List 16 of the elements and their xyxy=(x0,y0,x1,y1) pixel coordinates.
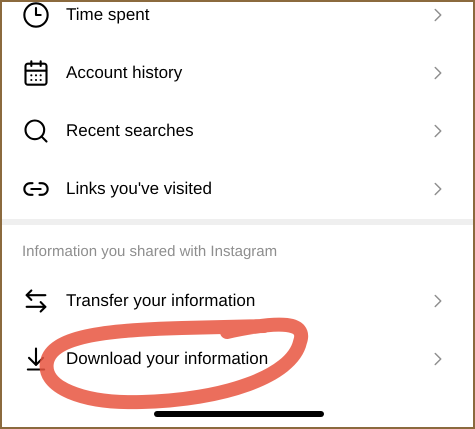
menu-item-label: Links you've visited xyxy=(66,178,213,200)
menu-item[interactable]: Download your information xyxy=(2,330,473,388)
menu-item[interactable]: Time spent xyxy=(2,2,473,44)
section-header: Information you shared with Instagram xyxy=(21,242,278,262)
menu-item[interactable]: Account history xyxy=(2,44,473,102)
menu-item-label: Account history xyxy=(66,62,184,84)
menu-item-label: Transfer your information xyxy=(66,290,256,312)
calendar-icon xyxy=(22,59,50,87)
menu-item-label: Recent searches xyxy=(66,120,195,142)
clock-icon xyxy=(22,2,50,29)
menu-item[interactable]: Recent searches xyxy=(2,102,473,160)
menu-item[interactable]: Links you've visited xyxy=(2,160,473,218)
menu-item-label: Download your information xyxy=(66,348,270,370)
menu-item-label: Time spent xyxy=(66,4,150,26)
search-icon xyxy=(22,117,50,145)
menu-item[interactable]: Transfer your information xyxy=(2,272,473,330)
